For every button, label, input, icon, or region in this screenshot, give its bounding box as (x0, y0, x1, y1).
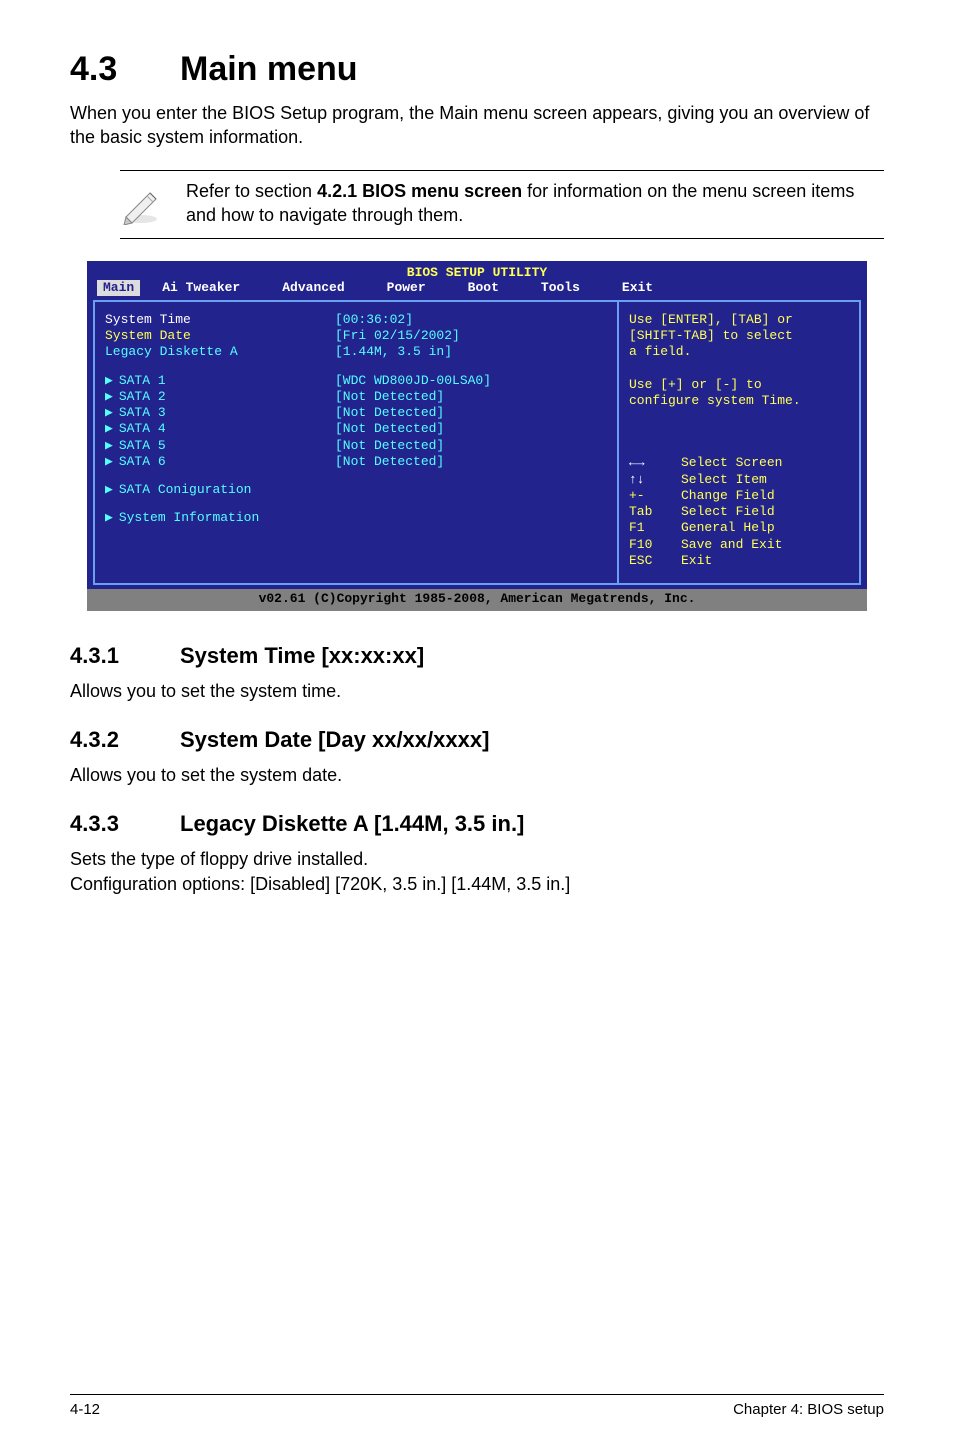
bios-help-legend: ←→Select Screen ↑↓Select Item +-Change F… (629, 455, 849, 569)
chapter-label: Chapter 4: BIOS setup (733, 1401, 884, 1418)
subsection-433-title: 4.3.3Legacy Diskette A [1.44M, 3.5 in.] (70, 811, 884, 837)
section-number: 4.3 (70, 50, 180, 89)
bios-row-sata4[interactable]: ▶SATA 4 [Not Detected] (105, 421, 607, 437)
subsection-431-body: Allows you to set the system time. (70, 679, 884, 703)
bios-row-sata1[interactable]: ▶SATA 1 [WDC WD800JD-00LSA0] (105, 373, 607, 389)
triangle-icon: ▶ (105, 373, 113, 388)
bios-row-sata-config[interactable]: ▶SATA Coniguration (105, 482, 607, 498)
section-name: Main menu (180, 50, 358, 88)
bios-tab-advanced[interactable]: Advanced (282, 280, 362, 296)
bios-row-system-date[interactable]: System Date [Fri 02/15/2002] (105, 328, 607, 344)
bios-tab-aitweaker[interactable]: Ai Tweaker (162, 280, 258, 296)
bios-row-system-time[interactable]: System Time [00:36:02] (105, 312, 607, 328)
section-title: 4.3Main menu (70, 50, 884, 89)
intro-text: When you enter the BIOS Setup program, t… (70, 101, 884, 150)
triangle-icon: ▶ (105, 405, 113, 420)
note-text: Refer to section 4.2.1 BIOS menu screen … (186, 179, 884, 228)
bios-tab-exit[interactable]: Exit (622, 280, 671, 296)
pencil-icon (120, 179, 162, 230)
triangle-icon: ▶ (105, 482, 113, 497)
note-callout: Refer to section 4.2.1 BIOS menu screen … (120, 170, 884, 239)
bios-row-sata3[interactable]: ▶SATA 3 [Not Detected] (105, 405, 607, 421)
bios-help-panel: Use [ENTER], [TAB] or [SHIFT-TAB] to sel… (619, 302, 859, 583)
bios-tab-main[interactable]: Main (97, 280, 140, 296)
subsection-433-body: Sets the type of floppy drive installed. (70, 847, 884, 871)
page-footer: 4-12 Chapter 4: BIOS setup (70, 1394, 884, 1418)
bios-row-sata2[interactable]: ▶SATA 2 [Not Detected] (105, 389, 607, 405)
triangle-icon: ▶ (105, 438, 113, 453)
bios-screenshot: BIOS SETUP UTILITY Main Ai Tweaker Advan… (87, 261, 867, 611)
bios-row-sata5[interactable]: ▶SATA 5 [Not Detected] (105, 438, 607, 454)
triangle-icon: ▶ (105, 421, 113, 436)
page-number: 4-12 (70, 1401, 100, 1418)
bios-menubar: Main Ai Tweaker Advanced Power Boot Tool… (87, 280, 867, 300)
triangle-icon: ▶ (105, 454, 113, 469)
bios-row-sata6[interactable]: ▶SATA 6 [Not Detected] (105, 454, 607, 470)
bios-tab-tools[interactable]: Tools (541, 280, 598, 296)
subsection-432-title: 4.3.2System Date [Day xx/xx/xxxx] (70, 727, 884, 753)
bios-utility-title: BIOS SETUP UTILITY (87, 261, 867, 281)
bios-main-panel: System Time [00:36:02] System Date [Fri … (95, 302, 619, 583)
bios-tab-power[interactable]: Power (387, 280, 444, 296)
triangle-icon: ▶ (105, 510, 113, 525)
subsection-431-title: 4.3.1System Time [xx:xx:xx] (70, 643, 884, 669)
bios-tab-boot[interactable]: Boot (468, 280, 517, 296)
subsection-432-body: Allows you to set the system date. (70, 763, 884, 787)
bios-row-legacy-diskette[interactable]: Legacy Diskette A [1.44M, 3.5 in] (105, 344, 607, 360)
bios-help-text: Use [ENTER], [TAB] or [SHIFT-TAB] to sel… (629, 312, 849, 410)
bios-copyright: v02.61 (C)Copyright 1985-2008, American … (87, 589, 867, 611)
subsection-433-body2: Configuration options: [Disabled] [720K,… (70, 872, 884, 896)
bios-row-system-info[interactable]: ▶System Information (105, 510, 607, 526)
triangle-icon: ▶ (105, 389, 113, 404)
